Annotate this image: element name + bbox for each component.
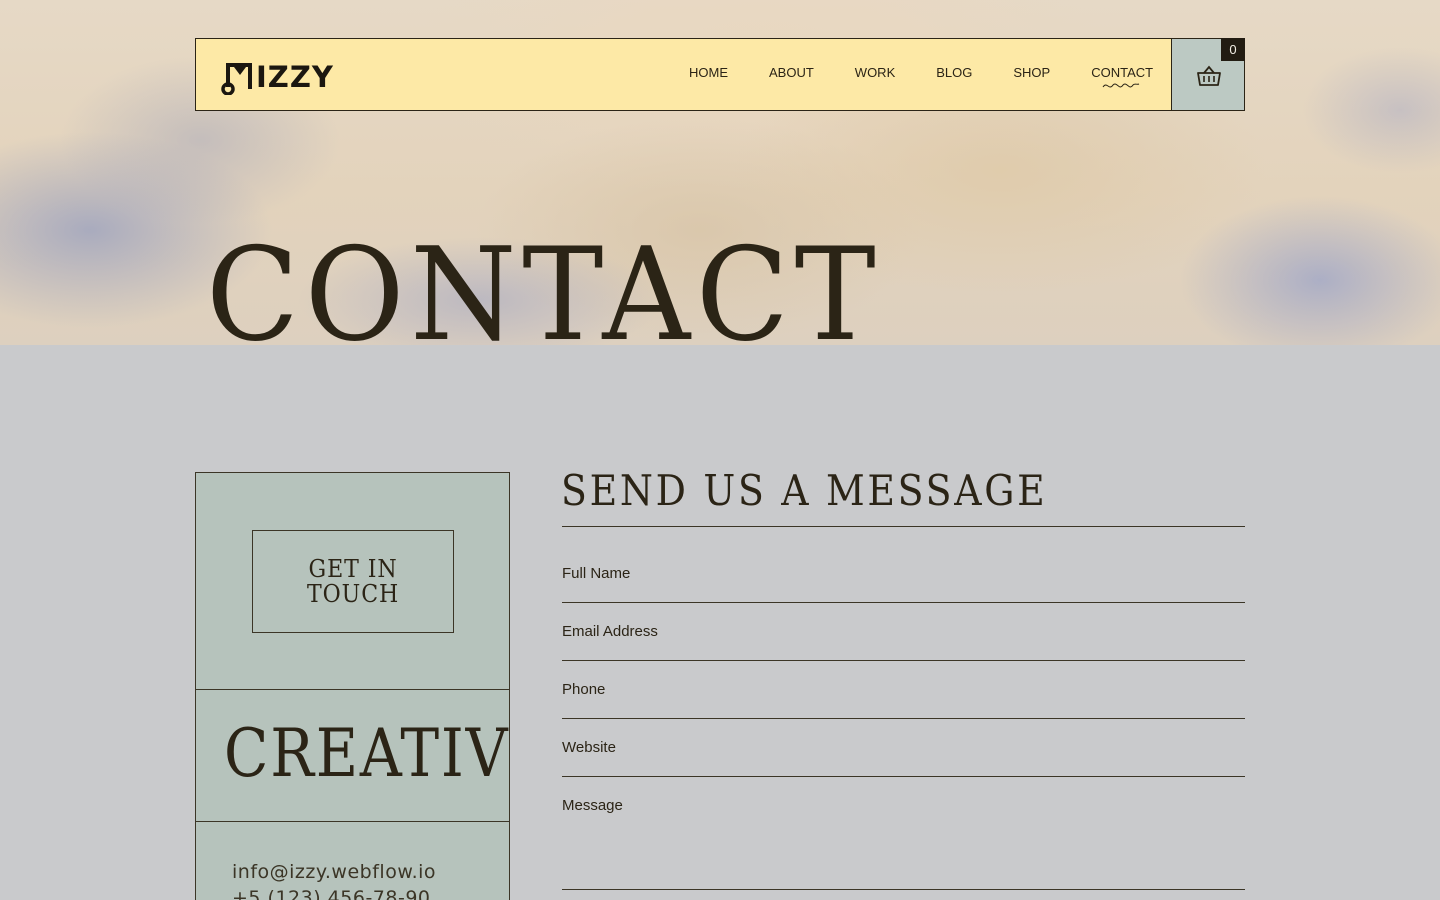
full-name-label: Full Name bbox=[562, 565, 631, 582]
nav-shop[interactable]: SHOP bbox=[1013, 65, 1050, 80]
message-field[interactable]: Message bbox=[562, 777, 1245, 890]
basket-icon bbox=[1197, 65, 1221, 86]
brand-name: IZZY bbox=[256, 59, 334, 94]
nav-contact[interactable]: CONTACT bbox=[1091, 65, 1154, 88]
nav-work[interactable]: WORK bbox=[855, 65, 895, 80]
get-in-touch-heading: GET IN TOUCH bbox=[306, 554, 400, 608]
phone-label: Phone bbox=[562, 681, 606, 698]
phone-field[interactable]: Phone bbox=[562, 661, 1245, 719]
full-name-field[interactable]: Full Name bbox=[562, 527, 1245, 603]
email-field[interactable]: Email Address bbox=[562, 603, 1245, 661]
nav-about[interactable]: ABOUT bbox=[769, 65, 814, 80]
email-label: Email Address bbox=[562, 623, 658, 640]
navbar: IZZY HOME ABOUT WORK BLOG SHOP CONTACT bbox=[195, 38, 1172, 111]
marquee-text: CREATIVE bbox=[224, 715, 510, 792]
active-squiggle-icon bbox=[1102, 83, 1140, 88]
phone-link[interactable]: +5 (123) 456-78-90 bbox=[232, 887, 431, 900]
get-in-touch-box[interactable]: GET IN TOUCH bbox=[252, 530, 454, 633]
page-title: CONTACT bbox=[206, 221, 882, 346]
website-label: Website bbox=[562, 739, 616, 756]
cart-count-badge: 0 bbox=[1221, 38, 1245, 61]
logo-link[interactable]: IZZY bbox=[220, 59, 334, 95]
website-field[interactable]: Website bbox=[562, 719, 1245, 777]
music-note-icon bbox=[221, 63, 252, 95]
get-in-touch-line2: TOUCH bbox=[306, 579, 400, 608]
get-in-touch-card: GET IN TOUCH CREATIVE info@izzy.webflow.… bbox=[195, 472, 510, 900]
email-link[interactable]: info@izzy.webflow.io bbox=[232, 861, 436, 883]
nav-home[interactable]: HOME bbox=[689, 65, 728, 80]
nav-blog[interactable]: BLOG bbox=[936, 65, 972, 80]
get-in-touch-line1: GET IN bbox=[308, 554, 398, 583]
cart-button[interactable]: 0 bbox=[1171, 38, 1245, 111]
main-nav: HOME ABOUT WORK BLOG SHOP CONTACT bbox=[689, 65, 1154, 88]
divider bbox=[196, 821, 509, 822]
divider bbox=[196, 689, 509, 690]
message-label: Message bbox=[562, 797, 623, 814]
form-title: SEND US A MESSAGE bbox=[561, 466, 1048, 515]
nav-contact-label: CONTACT bbox=[1091, 65, 1154, 80]
